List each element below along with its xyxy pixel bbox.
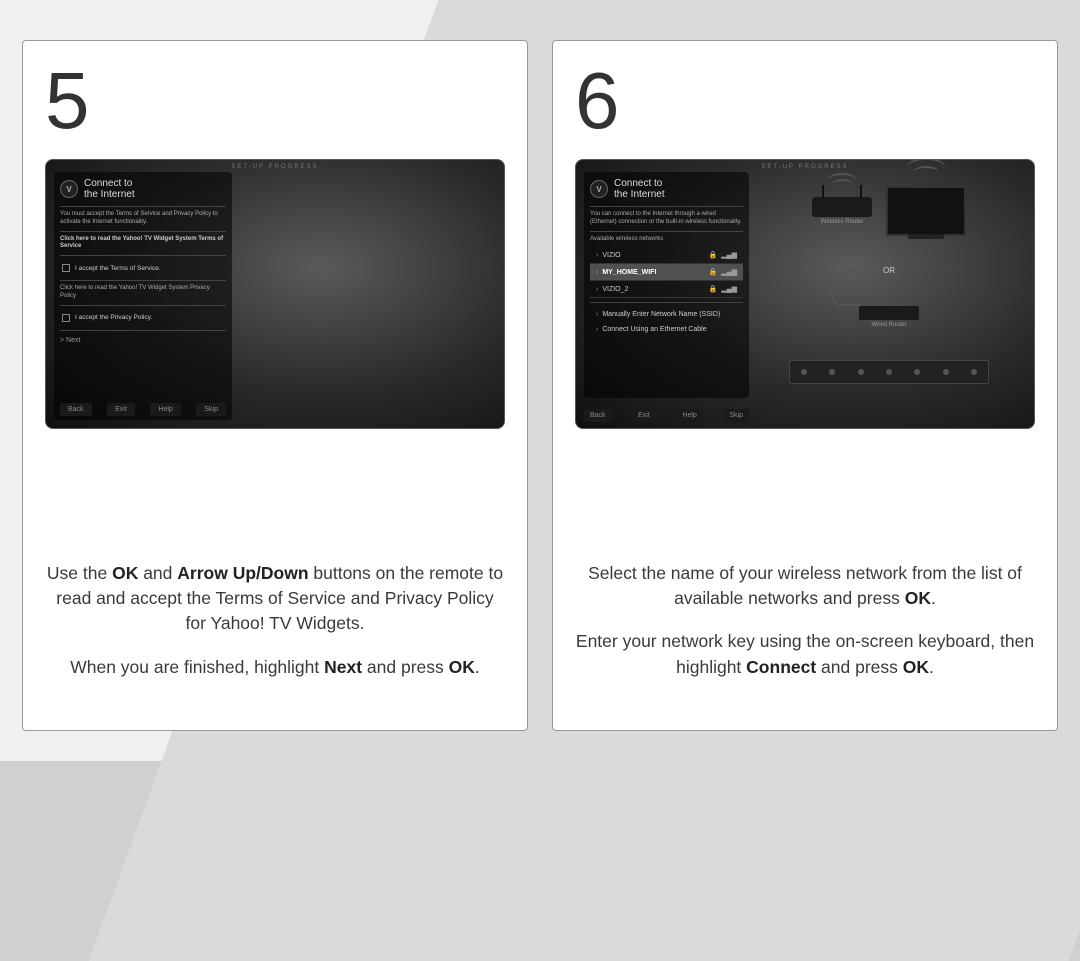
tv-screenshot-tos: SET-UP PROGRESS V Connect to the Interne…: [45, 159, 505, 429]
signal-icon: ▂▄▆: [721, 285, 737, 293]
network-row[interactable]: ›VIZIO 🔒▂▄▆: [590, 247, 743, 264]
step-number: 6: [575, 61, 1035, 141]
step-card-5: 5 SET-UP PROGRESS V Connect to the Inter…: [22, 40, 528, 731]
tv-device-icon: [886, 186, 966, 236]
panel-title: Connect to the Internet: [84, 178, 135, 200]
back-button[interactable]: Back: [60, 403, 92, 416]
progress-label: SET-UP PROGRESS: [46, 160, 504, 170]
wired-router-icon: [859, 306, 919, 320]
or-label: OR: [754, 266, 1024, 275]
tv-sidebar: V Connect to the Internet You must accep…: [54, 172, 232, 420]
skip-button[interactable]: Skip: [723, 409, 749, 422]
option-manual-ssid[interactable]: ›Manually Enter Network Name (SSID): [590, 307, 743, 322]
instruction-text: Select the name of your wireless network…: [575, 561, 1035, 699]
tv-screenshot-network: SET-UP PROGRESS V Connect to the Interne…: [575, 159, 1035, 429]
wireless-router-icon: [812, 197, 872, 217]
step-number: 5: [45, 61, 505, 141]
checkbox-tos[interactable]: I accept the Terms of Service.: [60, 260, 226, 276]
checkbox-icon: [62, 264, 70, 272]
lock-icon: 🔒: [709, 268, 718, 276]
panel-title: Connect to the Internet: [614, 178, 665, 200]
signal-icon: ▂▄▆: [721, 268, 737, 276]
tv-sidebar: V Connect to the Internet You can connec…: [584, 172, 749, 398]
vizio-logo-icon: V: [590, 180, 608, 198]
option-ethernet[interactable]: ›Connect Using an Ethernet Cable: [590, 322, 743, 337]
exit-button[interactable]: Exit: [632, 409, 656, 422]
connection-illustration: Wireless Router OR Wired Router: [754, 172, 1024, 398]
link-privacy[interactable]: Click here to read the Yahoo! TV Widget …: [60, 285, 226, 301]
signal-icon: ▂▄▆: [721, 251, 737, 259]
checkbox-icon: [62, 314, 70, 322]
network-row[interactable]: ›VIZIO_2 🔒▂▄▆: [590, 281, 743, 298]
tv-back-panel-icon: [789, 360, 989, 384]
skip-button[interactable]: Skip: [196, 403, 226, 416]
available-networks-label: Available wireless networks: [590, 236, 743, 244]
instruction-text: Use the OK and Arrow Up/Down buttons on …: [45, 561, 505, 699]
lock-icon: 🔒: [709, 251, 718, 259]
next-link[interactable]: > Next: [60, 337, 226, 344]
lock-icon: 🔒: [709, 285, 718, 293]
help-button[interactable]: Help: [676, 409, 702, 422]
vizio-logo-icon: V: [60, 180, 78, 198]
link-tos[interactable]: Click here to read the Yahoo! TV Widget …: [60, 236, 226, 252]
notice-text: You can connect to the Internet through …: [590, 211, 743, 227]
back-button[interactable]: Back: [584, 409, 612, 422]
step-card-6: 6 SET-UP PROGRESS V Connect to the Inter…: [552, 40, 1058, 731]
exit-button[interactable]: Exit: [107, 403, 135, 416]
notice-text: You must accept the Terms of Service and…: [60, 211, 226, 227]
progress-label: SET-UP PROGRESS: [576, 160, 1034, 170]
network-row-selected[interactable]: ›MY_HOME_WIFI 🔒▂▄▆: [590, 264, 743, 281]
checkbox-privacy[interactable]: I accept the Privacy Policy.: [60, 310, 226, 326]
help-button[interactable]: Help: [150, 403, 180, 416]
